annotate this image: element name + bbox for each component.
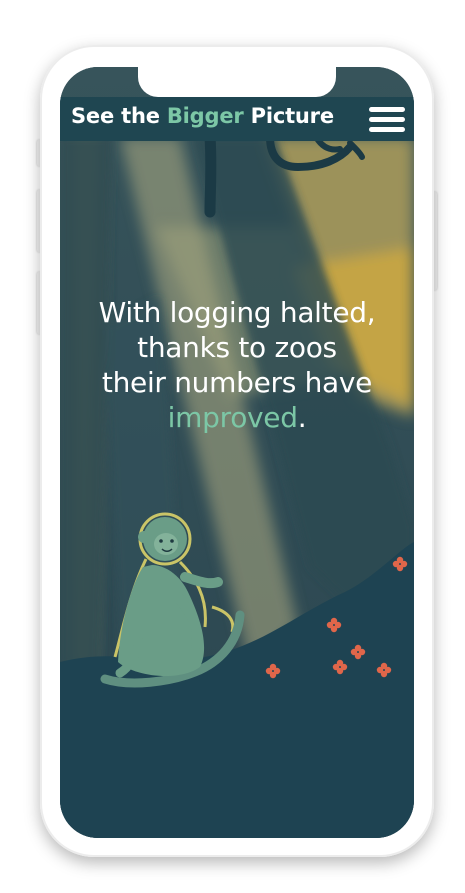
hero-line-2: thanks to zoos <box>137 331 337 364</box>
menu-bar-top <box>369 107 405 112</box>
menu-bar-middle <box>369 117 405 122</box>
site-title-part2: Picture <box>243 104 334 128</box>
hero-line-3: their numbers have <box>101 366 373 399</box>
hero-line-1: With logging halted, <box>98 296 376 329</box>
hero-highlight-word: improved <box>167 401 298 434</box>
menu-bar-bottom <box>369 127 405 132</box>
hero-headline: With logging halted, thanks to zoos their … <box>60 295 414 435</box>
site-title[interactable]: See the Bigger Picture <box>71 104 334 128</box>
site-title-part1: See the <box>71 104 167 128</box>
jungle-illustration <box>60 67 414 838</box>
hamburger-menu-icon[interactable] <box>369 105 405 134</box>
site-header: See the Bigger Picture <box>60 97 414 141</box>
phone-screen: See the Bigger Picture With logging halt… <box>60 67 414 838</box>
phone-notch <box>138 67 336 97</box>
site-title-accent: Bigger <box>166 104 244 128</box>
hero-line-4-end: . <box>297 401 307 434</box>
